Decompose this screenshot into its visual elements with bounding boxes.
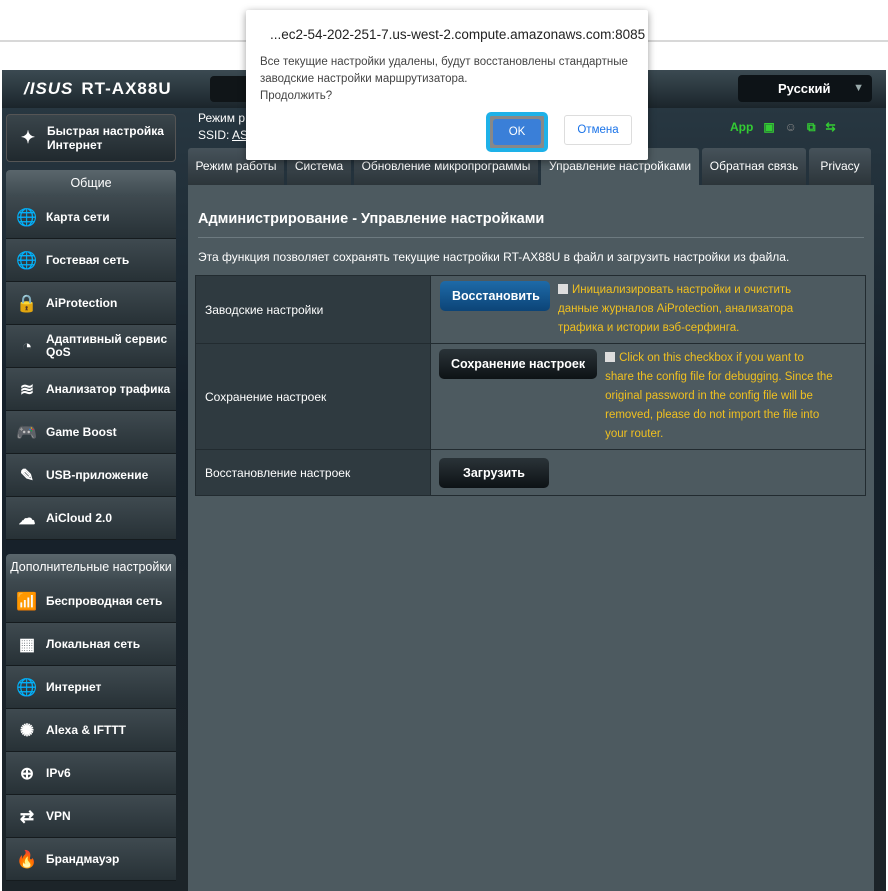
row-label: Заводские настройки	[195, 275, 431, 344]
confirm-dialog: ...ec2-54-202-251-7.us-west-2.compute.am…	[246, 10, 648, 160]
globe-icon: 🌐	[16, 207, 38, 227]
usb-status-icon[interactable]: ⇆	[826, 120, 836, 135]
tab[interactable]: Privacy	[809, 148, 871, 185]
sidebar-item-label: Карта сети	[46, 209, 110, 224]
sidebar-item-label: Беспроводная сеть	[46, 593, 163, 608]
header-button[interactable]	[210, 76, 250, 102]
page-description: Эта функция позволяет сохранять текущие …	[198, 250, 790, 264]
sidebar-item-label: USB-приложение	[46, 467, 149, 482]
upload-button[interactable]: Загрузить	[439, 457, 549, 488]
ipv6-icon: ⊕	[19, 763, 35, 783]
table-row: Восстановление настроек Загрузить	[195, 449, 866, 496]
sidebar-item-label: AiCloud 2.0	[46, 510, 113, 525]
section-advanced: Дополнительные настройки	[6, 554, 176, 580]
sidebar-item[interactable]: ⇄ VPN	[6, 795, 176, 838]
sidebar-item[interactable]: ☁ AiCloud 2.0	[6, 497, 176, 540]
page-title: Администрирование - Управление настройка…	[198, 211, 545, 227]
lan-icon: ▦	[18, 634, 36, 654]
row-label: Сохранение настроек	[195, 343, 431, 450]
sidebar-item-label: Анализатор трафика	[46, 381, 171, 396]
sidebar-item-label: Alexa & IFTTT	[46, 722, 127, 737]
content-panel: Администрирование - Управление настройка…	[188, 185, 874, 891]
sidebar-item-label: Адаптивный сервис QoS	[46, 332, 168, 359]
firewall-icon: 🔥	[16, 849, 38, 869]
sidebar-item[interactable]: 🌐 Интернет	[6, 666, 176, 709]
cloud-icon: ☁	[18, 508, 36, 528]
sidebar-item[interactable]: 🔥 Брандмауэр	[6, 838, 176, 881]
usb-icon: ✎	[19, 465, 35, 485]
internet-icon: 🌐	[16, 677, 38, 697]
chevron-down-icon: ▼	[853, 82, 864, 94]
traffic-icon: ≋	[19, 379, 35, 399]
ok-button[interactable]: OK	[486, 112, 548, 152]
users-icon[interactable]: ☺	[785, 120, 797, 135]
sidebar-item[interactable]: ⊕ IPv6	[6, 752, 176, 795]
language-select[interactable]: Русский ▼	[738, 75, 872, 102]
asus-logo: /ISUS RT-AX88U	[24, 79, 172, 98]
globe-users-icon: 🌐	[16, 250, 38, 270]
gamepad-icon: 🎮	[16, 422, 38, 442]
sidebar-item[interactable]: 🌐 Карта сети	[6, 196, 176, 239]
tab[interactable]: Обратная связь	[702, 148, 806, 185]
cancel-button[interactable]: Отмена	[564, 115, 632, 145]
table-row: Заводские настройки Восстановить Инициали…	[195, 275, 866, 344]
lock-icon: 🔒	[16, 293, 38, 313]
reset-checkbox[interactable]	[558, 284, 568, 294]
app-link[interactable]: App	[730, 120, 753, 135]
status-info: Режим р SSID: AS	[198, 111, 249, 142]
media-icon[interactable]: ▣	[763, 120, 774, 135]
quick-setup-button[interactable]: ✦ Быстрая настройка Интернет	[6, 114, 176, 162]
wifi-icon: 📶	[16, 591, 38, 611]
sidebar-item[interactable]: ◔ Адаптивный сервис QoS	[6, 325, 176, 368]
sidebar-item-label: Интернет	[46, 679, 102, 694]
table-row: Сохранение настроек Сохранение настроек C…	[195, 343, 866, 450]
dialog-message: Все текущие настройки удалены, будут вос…	[260, 56, 628, 102]
devices-icon[interactable]: ⧉	[807, 120, 816, 135]
restore-button[interactable]: Восстановить	[440, 281, 550, 311]
sidebar: ✦ Быстрая настройка Интернет Общие 🌐 Карта…	[6, 114, 176, 881]
sidebar-item[interactable]: 🔒 AiProtection	[6, 282, 176, 325]
divider	[198, 237, 864, 238]
sidebar-item-label: AiProtection	[46, 295, 118, 310]
status-icons: App ▣ ☺ ⧉ ⇆	[730, 120, 836, 135]
sidebar-item[interactable]: ✎ USB-приложение	[6, 454, 176, 497]
alexa-icon: ✺	[19, 720, 35, 740]
gauge-icon: ◔	[21, 336, 33, 356]
sidebar-item-label: Гостевая сеть	[46, 252, 130, 267]
sidebar-item[interactable]: ≋ Анализатор трафика	[6, 368, 176, 411]
sidebar-item[interactable]: ✺ Alexa & IFTTT	[6, 709, 176, 752]
sidebar-item[interactable]: 🌐 Гостевая сеть	[6, 239, 176, 282]
sidebar-item-label: Game Boost	[46, 424, 117, 439]
share-config-checkbox[interactable]	[605, 352, 616, 362]
sidebar-item-label: Брандмауэр	[46, 851, 120, 866]
dialog-host: ...ec2-54-202-251-7.us-west-2.compute.am…	[270, 27, 646, 42]
wand-icon: ✦	[20, 128, 36, 147]
settings-table: Заводские настройки Восстановить Инициали…	[195, 275, 866, 496]
sidebar-item-label: VPN	[46, 808, 71, 823]
sidebar-item-label: IPv6	[46, 765, 71, 780]
sidebar-item[interactable]: 🎮 Game Boost	[6, 411, 176, 454]
section-general: Общие	[6, 170, 176, 196]
sidebar-item[interactable]: 📶 Беспроводная сеть	[6, 580, 176, 623]
sidebar-item[interactable]: ▦ Локальная сеть	[6, 623, 176, 666]
vpn-icon: ⇄	[19, 806, 35, 826]
router-ui: /ISUS RT-AX88U Русский ▼ Режим р SSID: AS A…	[2, 70, 886, 891]
row-label: Восстановление настроек	[195, 449, 431, 496]
save-settings-button[interactable]: Сохранение настроек	[439, 349, 598, 379]
sidebar-item-label: Локальная сеть	[46, 636, 141, 651]
